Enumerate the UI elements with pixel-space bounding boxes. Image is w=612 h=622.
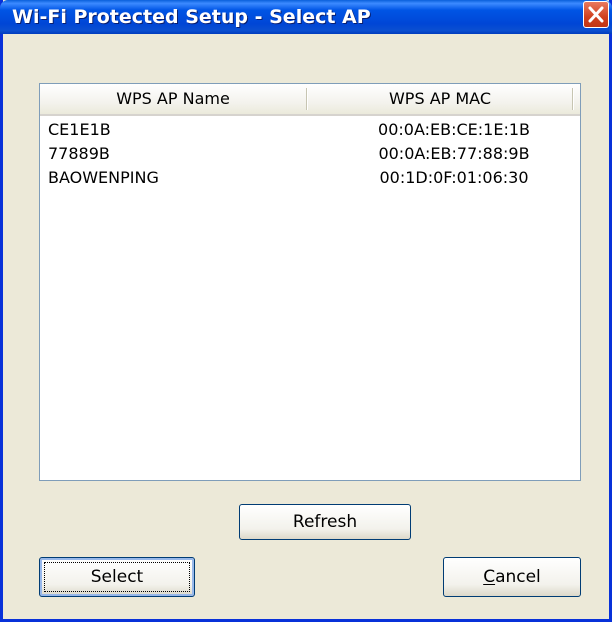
list-item[interactable]: CE1E1B 00:0A:EB:CE:1E:1B: [40, 118, 580, 142]
refresh-button-label: Refresh: [292, 512, 358, 532]
ap-mac: 00:1D:0F:01:06:30: [379, 168, 529, 187]
column-header-ap-name[interactable]: WPS AP Name: [40, 84, 306, 114]
column-divider[interactable]: [306, 88, 307, 110]
title-bar[interactable]: Wi-Fi Protected Setup - Select AP: [0, 0, 612, 34]
select-button-label: Select: [90, 567, 144, 587]
ap-name: CE1E1B: [48, 120, 111, 139]
select-ap-dialog: Wi-Fi Protected Setup - Select AP WPS AP…: [0, 0, 612, 622]
list-item[interactable]: 77889B 00:0A:EB:77:88:9B: [40, 142, 580, 166]
ap-list[interactable]: WPS AP Name WPS AP MAC CE1E1B 00:0A:EB:C…: [39, 83, 581, 481]
ap-name: BAOWENPING: [48, 168, 159, 187]
close-icon: [588, 6, 604, 23]
list-header: WPS AP Name WPS AP MAC: [40, 84, 580, 116]
cancel-button-label: Cancel: [483, 567, 541, 587]
cancel-button[interactable]: Cancel: [443, 557, 581, 597]
ap-mac: 00:0A:EB:77:88:9B: [378, 144, 530, 163]
ap-name: 77889B: [48, 144, 110, 163]
window-title: Wi-Fi Protected Setup - Select AP: [12, 6, 371, 28]
column-divider[interactable]: [572, 88, 573, 110]
refresh-button[interactable]: Refresh: [239, 504, 411, 540]
select-button[interactable]: Select: [39, 557, 195, 597]
list-item[interactable]: BAOWENPING 00:1D:0F:01:06:30: [40, 166, 580, 190]
ap-mac: 00:0A:EB:CE:1E:1B: [378, 120, 530, 139]
column-header-ap-mac[interactable]: WPS AP MAC: [308, 84, 572, 114]
close-button[interactable]: [583, 1, 609, 28]
